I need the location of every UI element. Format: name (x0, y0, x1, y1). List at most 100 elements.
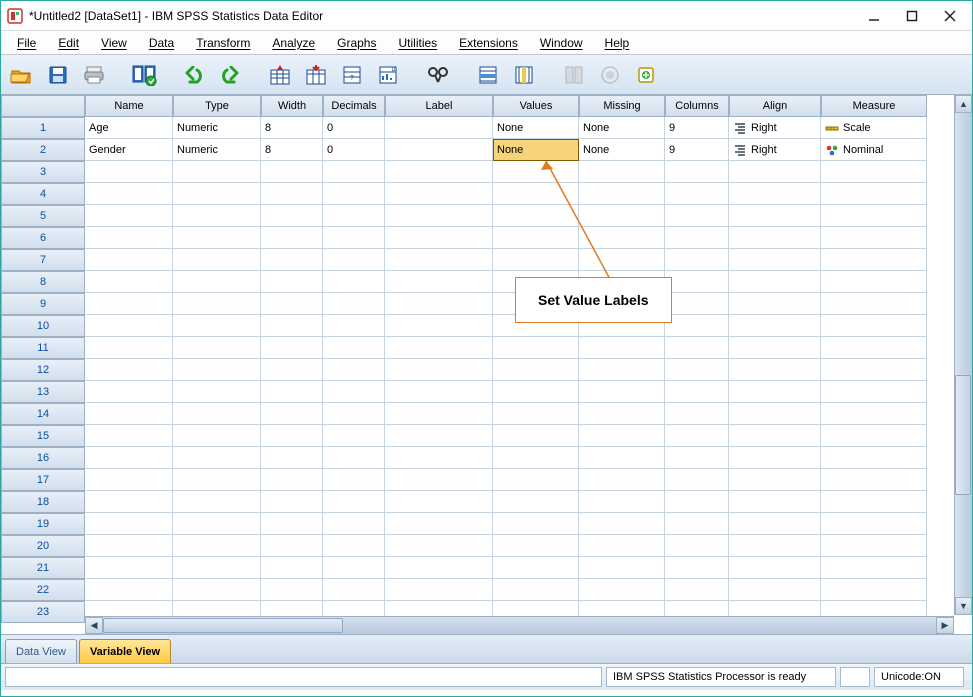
cell-empty[interactable] (85, 205, 173, 227)
scroll-down-button[interactable]: ▼ (955, 597, 972, 615)
row-header[interactable]: 23 (1, 601, 85, 623)
cell-empty[interactable] (85, 271, 173, 293)
cell-empty[interactable] (665, 381, 729, 403)
menu-file[interactable]: File (7, 33, 46, 53)
cell-empty[interactable] (173, 161, 261, 183)
cell-empty[interactable] (729, 183, 821, 205)
cell-empty[interactable] (579, 535, 665, 557)
cell-empty[interactable] (385, 535, 493, 557)
row-header[interactable]: 8 (1, 271, 85, 293)
cell-empty[interactable] (385, 315, 493, 337)
cell-empty[interactable] (821, 249, 927, 271)
cell-empty[interactable] (729, 315, 821, 337)
row-header[interactable]: 15 (1, 425, 85, 447)
row-header[interactable]: 6 (1, 227, 85, 249)
cell-columns[interactable]: 9 (665, 117, 729, 139)
cell-empty[interactable] (493, 579, 579, 601)
menu-data[interactable]: Data (139, 33, 184, 53)
cell-empty[interactable] (665, 337, 729, 359)
cell-empty[interactable] (173, 183, 261, 205)
cell-empty[interactable] (665, 227, 729, 249)
cell-empty[interactable] (173, 425, 261, 447)
scroll-up-button[interactable]: ▲ (955, 95, 972, 113)
split-file-icon[interactable] (559, 60, 589, 90)
cell-empty[interactable] (729, 227, 821, 249)
menu-help[interactable]: Help (595, 33, 640, 53)
cell-empty[interactable] (493, 183, 579, 205)
cell-empty[interactable] (261, 315, 323, 337)
cell-empty[interactable] (385, 491, 493, 513)
cell-empty[interactable] (173, 315, 261, 337)
cell-empty[interactable] (665, 425, 729, 447)
cell-align[interactable]: Right (729, 117, 821, 139)
descriptives-icon[interactable]: μ (373, 60, 403, 90)
cell-empty[interactable] (323, 579, 385, 601)
col-header-columns[interactable]: Columns (665, 95, 729, 117)
cell-empty[interactable] (493, 557, 579, 579)
cell-empty[interactable] (821, 403, 927, 425)
cell-measure[interactable]: Scale (821, 117, 927, 139)
cell-empty[interactable] (821, 469, 927, 491)
menu-window[interactable]: Window (530, 33, 593, 53)
cell-empty[interactable] (821, 535, 927, 557)
row-header[interactable]: 22 (1, 579, 85, 601)
cell-empty[interactable] (85, 579, 173, 601)
row-header[interactable]: 20 (1, 535, 85, 557)
cell-empty[interactable] (261, 403, 323, 425)
cell-empty[interactable] (579, 249, 665, 271)
cell-empty[interactable] (323, 249, 385, 271)
scroll-left-button[interactable]: ◀ (85, 617, 103, 634)
cell-empty[interactable] (729, 381, 821, 403)
cell-empty[interactable] (493, 535, 579, 557)
cell-empty[interactable] (173, 359, 261, 381)
cell-values[interactable]: None (493, 139, 579, 161)
cell-missing[interactable]: None (579, 117, 665, 139)
cell-empty[interactable] (385, 271, 493, 293)
scroll-thumb[interactable] (955, 375, 971, 495)
cell-values[interactable]: None (493, 117, 579, 139)
cell-empty[interactable] (261, 293, 323, 315)
cell-empty[interactable] (729, 205, 821, 227)
cell-empty[interactable] (85, 381, 173, 403)
close-button[interactable] (940, 6, 960, 26)
row-header[interactable]: 18 (1, 491, 85, 513)
cell-empty[interactable] (173, 513, 261, 535)
cell-empty[interactable] (85, 403, 173, 425)
cell-empty[interactable] (323, 425, 385, 447)
cell-empty[interactable] (323, 183, 385, 205)
cell-width[interactable]: 8 (261, 117, 323, 139)
cell-measure[interactable]: Nominal (821, 139, 927, 161)
cell-empty[interactable] (665, 491, 729, 513)
cell-empty[interactable] (821, 579, 927, 601)
cell-empty[interactable] (665, 359, 729, 381)
cell-empty[interactable] (821, 183, 927, 205)
cell-empty[interactable] (85, 557, 173, 579)
cell-empty[interactable] (821, 227, 927, 249)
cell-empty[interactable] (493, 425, 579, 447)
cell-empty[interactable] (729, 579, 821, 601)
cell-empty[interactable] (579, 205, 665, 227)
cell-empty[interactable] (173, 205, 261, 227)
cell-empty[interactable] (493, 491, 579, 513)
row-header[interactable]: 3 (1, 161, 85, 183)
cell-empty[interactable] (665, 161, 729, 183)
cell-empty[interactable] (385, 579, 493, 601)
cell-empty[interactable] (261, 447, 323, 469)
goto-case-icon[interactable] (265, 60, 295, 90)
save-icon[interactable] (43, 60, 73, 90)
goto-variable-icon[interactable] (301, 60, 331, 90)
col-header-measure[interactable]: Measure (821, 95, 927, 117)
cell-empty[interactable] (579, 579, 665, 601)
cell-align[interactable]: Right (729, 139, 821, 161)
cell-empty[interactable] (261, 359, 323, 381)
cell-empty[interactable] (85, 249, 173, 271)
cell-empty[interactable] (261, 161, 323, 183)
cell-empty[interactable] (323, 205, 385, 227)
insert-variable-icon[interactable] (509, 60, 539, 90)
cell-empty[interactable] (261, 183, 323, 205)
cell-empty[interactable] (323, 227, 385, 249)
cell-empty[interactable] (323, 359, 385, 381)
maximize-button[interactable] (902, 6, 922, 26)
cell-empty[interactable] (323, 447, 385, 469)
cell-empty[interactable] (493, 337, 579, 359)
